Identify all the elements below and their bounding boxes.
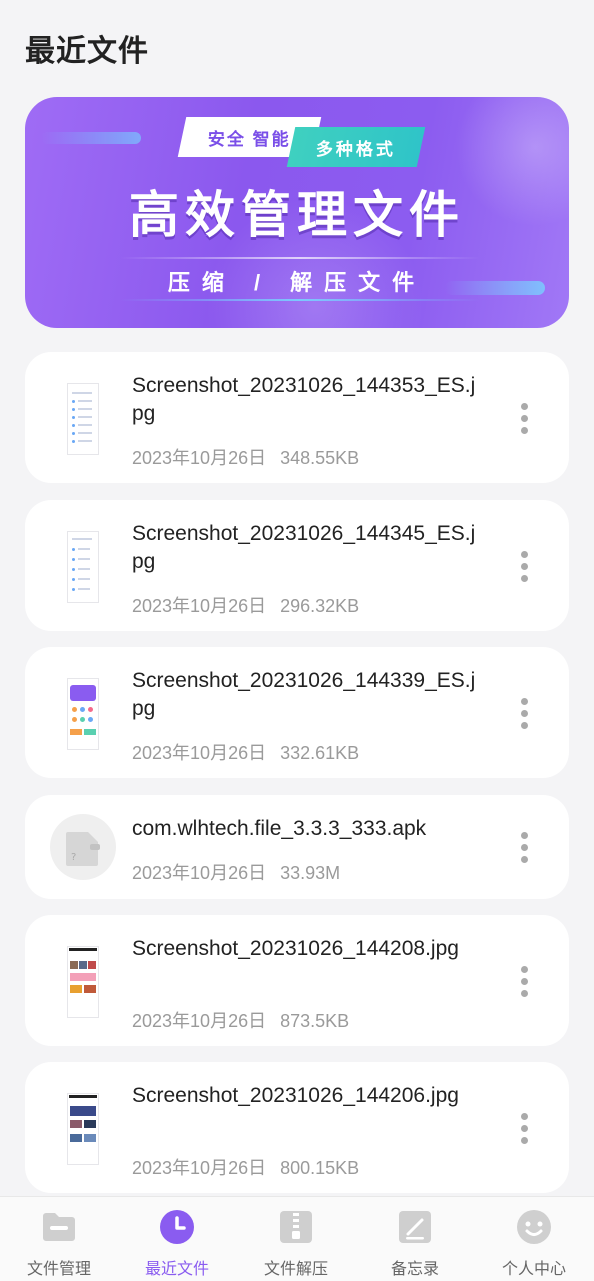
more-options-icon[interactable] <box>521 698 529 734</box>
banner-divider <box>120 299 480 301</box>
file-size: 800.15KB <box>280 1158 360 1178</box>
file-date: 2023年10月26日 <box>132 596 267 616</box>
nav-label: 个人中心 <box>501 1261 566 1278</box>
file-date: 2023年10月26日 <box>132 1011 267 1031</box>
file-meta: 2023年10月26日 33.93M <box>132 859 340 885</box>
smiley-icon <box>517 1210 551 1244</box>
promo-banner[interactable]: 安全 智能 多种格式 高效管理文件 压缩 / 解压文件 <box>25 97 569 328</box>
banner-streak <box>41 132 141 144</box>
file-meta: 2023年10月26日 873.5KB <box>132 1007 349 1033</box>
file-date: 2023年10月26日 <box>132 743 267 763</box>
file-size: 33.93M <box>280 863 341 883</box>
file-size: 296.32KB <box>280 596 360 616</box>
nav-label: 最近文件 <box>144 1261 209 1278</box>
file-name: Screenshot_20231026_144206.jpg <box>132 1084 459 1107</box>
nav-item-profile[interactable]: 个人中心 <box>475 1197 593 1281</box>
page-title: 最近文件 <box>25 35 149 68</box>
nav-item-unzip[interactable]: 文件解压 <box>237 1197 355 1281</box>
file-name: Screenshot_20231026_144339_ES.jpg <box>132 669 476 720</box>
file-meta: 2023年10月26日 332.61KB <box>132 739 359 765</box>
svg-text:?: ? <box>71 852 76 863</box>
nav-label: 文件管理 <box>26 1261 91 1278</box>
nav-label: 文件解压 <box>263 1261 328 1278</box>
file-size: 332.61KB <box>280 743 360 763</box>
screenshot-thumbnail <box>67 1093 99 1165</box>
file-meta: 2023年10月26日 800.15KB <box>132 1154 359 1180</box>
file-size: 348.55KB <box>280 448 360 468</box>
file-name: Screenshot_20231026_144345_ES.jpg <box>132 522 476 573</box>
screenshot-thumbnail <box>67 531 99 603</box>
file-name: Screenshot_20231026_144353_ES.jpg <box>132 374 476 425</box>
file-name: Screenshot_20231026_144208.jpg <box>132 937 459 960</box>
unknown-file-icon: ? <box>50 814 116 880</box>
file-date: 2023年10月26日 <box>132 1158 267 1178</box>
file-name: com.wlhtech.file_3.3.3_333.apk <box>132 817 427 840</box>
file-list-item[interactable]: Screenshot_20231026_144208.jpg 2023年10月2… <box>25 915 569 1046</box>
banner-subline: 压缩 / 解压文件 <box>167 270 427 295</box>
file-meta: 2023年10月26日 296.32KB <box>132 592 359 618</box>
more-options-icon[interactable] <box>521 551 529 587</box>
memo-icon <box>399 1211 431 1243</box>
file-list-item[interactable]: ? com.wlhtech.file_3.3.3_333.apk 2023年10… <box>25 795 569 899</box>
more-options-icon[interactable] <box>521 403 529 439</box>
banner-headline: 高效管理文件 <box>129 187 465 243</box>
screenshot-thumbnail <box>67 946 99 1018</box>
file-list-item[interactable]: Screenshot_20231026_144206.jpg 2023年10月2… <box>25 1062 569 1193</box>
clock-icon <box>160 1210 194 1244</box>
folder-icon <box>43 1213 75 1241</box>
file-list-item[interactable]: Screenshot_20231026_144353_ES.jpg 2023年1… <box>25 352 569 483</box>
nav-item-memo[interactable]: 备忘录 <box>356 1197 474 1281</box>
more-options-icon[interactable] <box>521 966 529 1002</box>
zip-icon <box>280 1211 312 1243</box>
file-list-item[interactable]: Screenshot_20231026_144345_ES.jpg 2023年1… <box>25 500 569 631</box>
nav-item-file-manager[interactable]: 文件管理 <box>0 1197 118 1281</box>
more-options-icon[interactable] <box>521 832 529 868</box>
bottom-nav: 文件管理 最近文件 文件解压 备忘录 个人中心 <box>0 1196 594 1281</box>
file-size: 873.5KB <box>280 1011 350 1031</box>
file-list-item[interactable]: Screenshot_20231026_144339_ES.jpg 2023年1… <box>25 647 569 778</box>
more-options-icon[interactable] <box>521 1113 529 1149</box>
screenshot-thumbnail <box>67 383 99 455</box>
screenshot-thumbnail <box>67 678 99 750</box>
file-date: 2023年10月26日 <box>132 863 267 883</box>
nav-label: 备忘录 <box>390 1261 439 1278</box>
banner-tag-formats: 多种格式 <box>286 127 426 167</box>
banner-divider <box>120 257 480 259</box>
nav-item-recent-files[interactable]: 最近文件 <box>118 1197 236 1281</box>
file-date: 2023年10月26日 <box>132 448 267 468</box>
file-meta: 2023年10月26日 348.55KB <box>132 444 359 470</box>
